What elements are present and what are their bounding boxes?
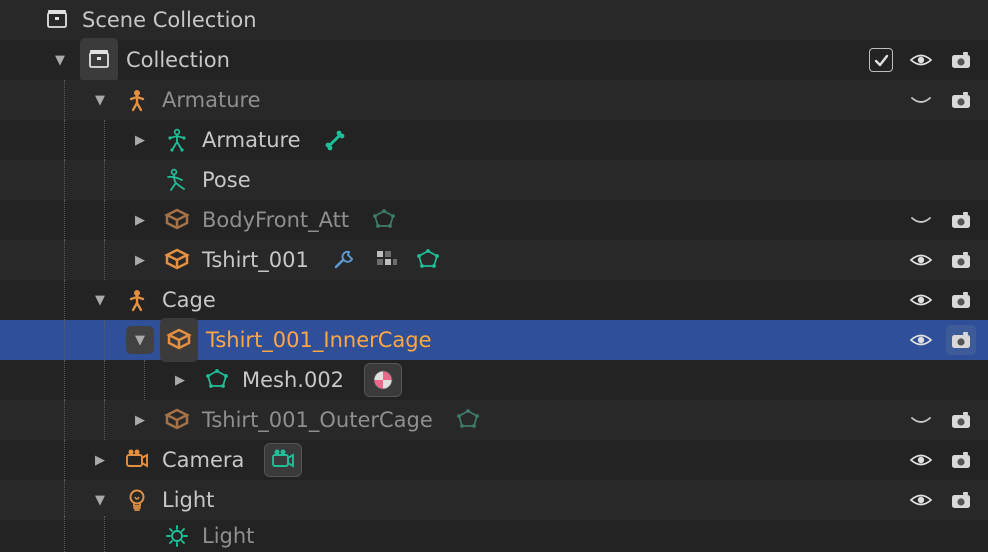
- visibility-toggle[interactable]: [906, 485, 936, 515]
- row-inner-cage[interactable]: ▼ Tshirt_001_InnerCage: [0, 320, 988, 360]
- render-toggle[interactable]: [946, 325, 976, 355]
- material-icon[interactable]: [364, 363, 402, 397]
- mesh-icon: [160, 318, 198, 362]
- render-toggle[interactable]: [946, 405, 976, 435]
- exclude-checkbox[interactable]: [866, 45, 896, 75]
- row-tshirt[interactable]: ▶ Tshirt_001: [0, 240, 988, 280]
- camera-icon: [120, 440, 154, 480]
- row-collection[interactable]: ▼ Collection: [0, 40, 988, 80]
- row-outer-cage[interactable]: ▶ Tshirt_001_OuterCage: [0, 400, 988, 440]
- expand-toggle[interactable]: ▼: [80, 80, 120, 120]
- row-cage[interactable]: ▼ Cage: [0, 280, 988, 320]
- mesh-icon: [160, 240, 194, 280]
- expand-toggle[interactable]: ▼: [40, 40, 80, 80]
- light-icon: [120, 480, 154, 520]
- row-scene-collection[interactable]: Scene Collection: [0, 0, 988, 40]
- row-light-data[interactable]: ▶ Light: [0, 520, 988, 552]
- render-toggle[interactable]: [946, 205, 976, 235]
- visibility-toggle[interactable]: [906, 205, 936, 235]
- armature-data-label: Armature: [202, 128, 301, 152]
- render-toggle[interactable]: [946, 245, 976, 275]
- render-toggle[interactable]: [946, 485, 976, 515]
- pose-icon: [160, 160, 194, 200]
- row-pose[interactable]: ▶ Pose: [0, 160, 988, 200]
- expand-toggle[interactable]: ▼: [80, 280, 120, 320]
- expand-toggle[interactable]: ▶: [120, 200, 160, 240]
- outliner-tree[interactable]: Scene Collection ▼ Collection ▼ Armature…: [0, 0, 988, 552]
- expand-toggle[interactable]: ▶: [120, 120, 160, 160]
- armature-data-icon: [160, 120, 194, 160]
- expand-toggle[interactable]: ▶: [160, 360, 200, 400]
- vertex-group-icon: [369, 205, 399, 235]
- render-toggle[interactable]: [946, 445, 976, 475]
- visibility-toggle[interactable]: [906, 45, 936, 75]
- row-camera[interactable]: ▶ Camera: [0, 440, 988, 480]
- armature-icon: [120, 280, 154, 320]
- collection-icon: [80, 38, 118, 82]
- camera-label: Camera: [162, 448, 244, 472]
- sun-icon: [160, 516, 194, 552]
- row-armature-obj[interactable]: ▼ Armature: [0, 80, 988, 120]
- collection-icon: [40, 0, 74, 40]
- light-label: Light: [162, 488, 214, 512]
- armature-icon: [120, 80, 154, 120]
- armature-obj-label: Armature: [162, 88, 261, 112]
- camera-data-icon[interactable]: [264, 443, 302, 477]
- render-toggle[interactable]: [946, 285, 976, 315]
- wrench-icon: [329, 245, 359, 275]
- inner-cage-label: Tshirt_001_InnerCage: [206, 328, 432, 352]
- collection-label: Collection: [126, 48, 230, 72]
- mesh-icon: [160, 200, 194, 240]
- render-toggle[interactable]: [946, 45, 976, 75]
- bone-icon: [321, 125, 351, 155]
- mesh002-label: Mesh.002: [242, 368, 344, 392]
- visibility-toggle[interactable]: [906, 285, 936, 315]
- row-light[interactable]: ▼ Light: [0, 480, 988, 520]
- vertex-group-icon: [453, 405, 483, 435]
- expand-toggle[interactable]: ▶: [120, 240, 160, 280]
- scene-collection-label: Scene Collection: [82, 8, 257, 32]
- visibility-toggle[interactable]: [906, 445, 936, 475]
- mesh-icon: [160, 400, 194, 440]
- expand-toggle[interactable]: ▶: [120, 400, 160, 440]
- expand-toggle[interactable]: ▼: [80, 480, 120, 520]
- vertex-group-icon: [200, 360, 234, 400]
- row-mesh002[interactable]: ▶ Mesh.002: [0, 360, 988, 400]
- visibility-toggle[interactable]: [906, 245, 936, 275]
- visibility-toggle[interactable]: [906, 325, 936, 355]
- tshirt-label: Tshirt_001: [202, 248, 309, 272]
- row-armature-data[interactable]: ▶ Armature: [0, 120, 988, 160]
- bodyfront-label: BodyFront_Att: [202, 208, 349, 232]
- expand-toggle[interactable]: ▶: [80, 440, 120, 480]
- cage-label: Cage: [162, 288, 216, 312]
- row-bodyfront[interactable]: ▶ BodyFront_Att: [0, 200, 988, 240]
- outer-cage-label: Tshirt_001_OuterCage: [202, 408, 433, 432]
- vertex-group-icon: [413, 245, 443, 275]
- expand-toggle[interactable]: ▼: [126, 326, 154, 354]
- uv-icon: [371, 245, 401, 275]
- pose-label: Pose: [202, 168, 251, 192]
- render-toggle[interactable]: [946, 85, 976, 115]
- visibility-toggle[interactable]: [906, 85, 936, 115]
- light-data-label: Light: [202, 524, 254, 548]
- visibility-toggle[interactable]: [906, 405, 936, 435]
